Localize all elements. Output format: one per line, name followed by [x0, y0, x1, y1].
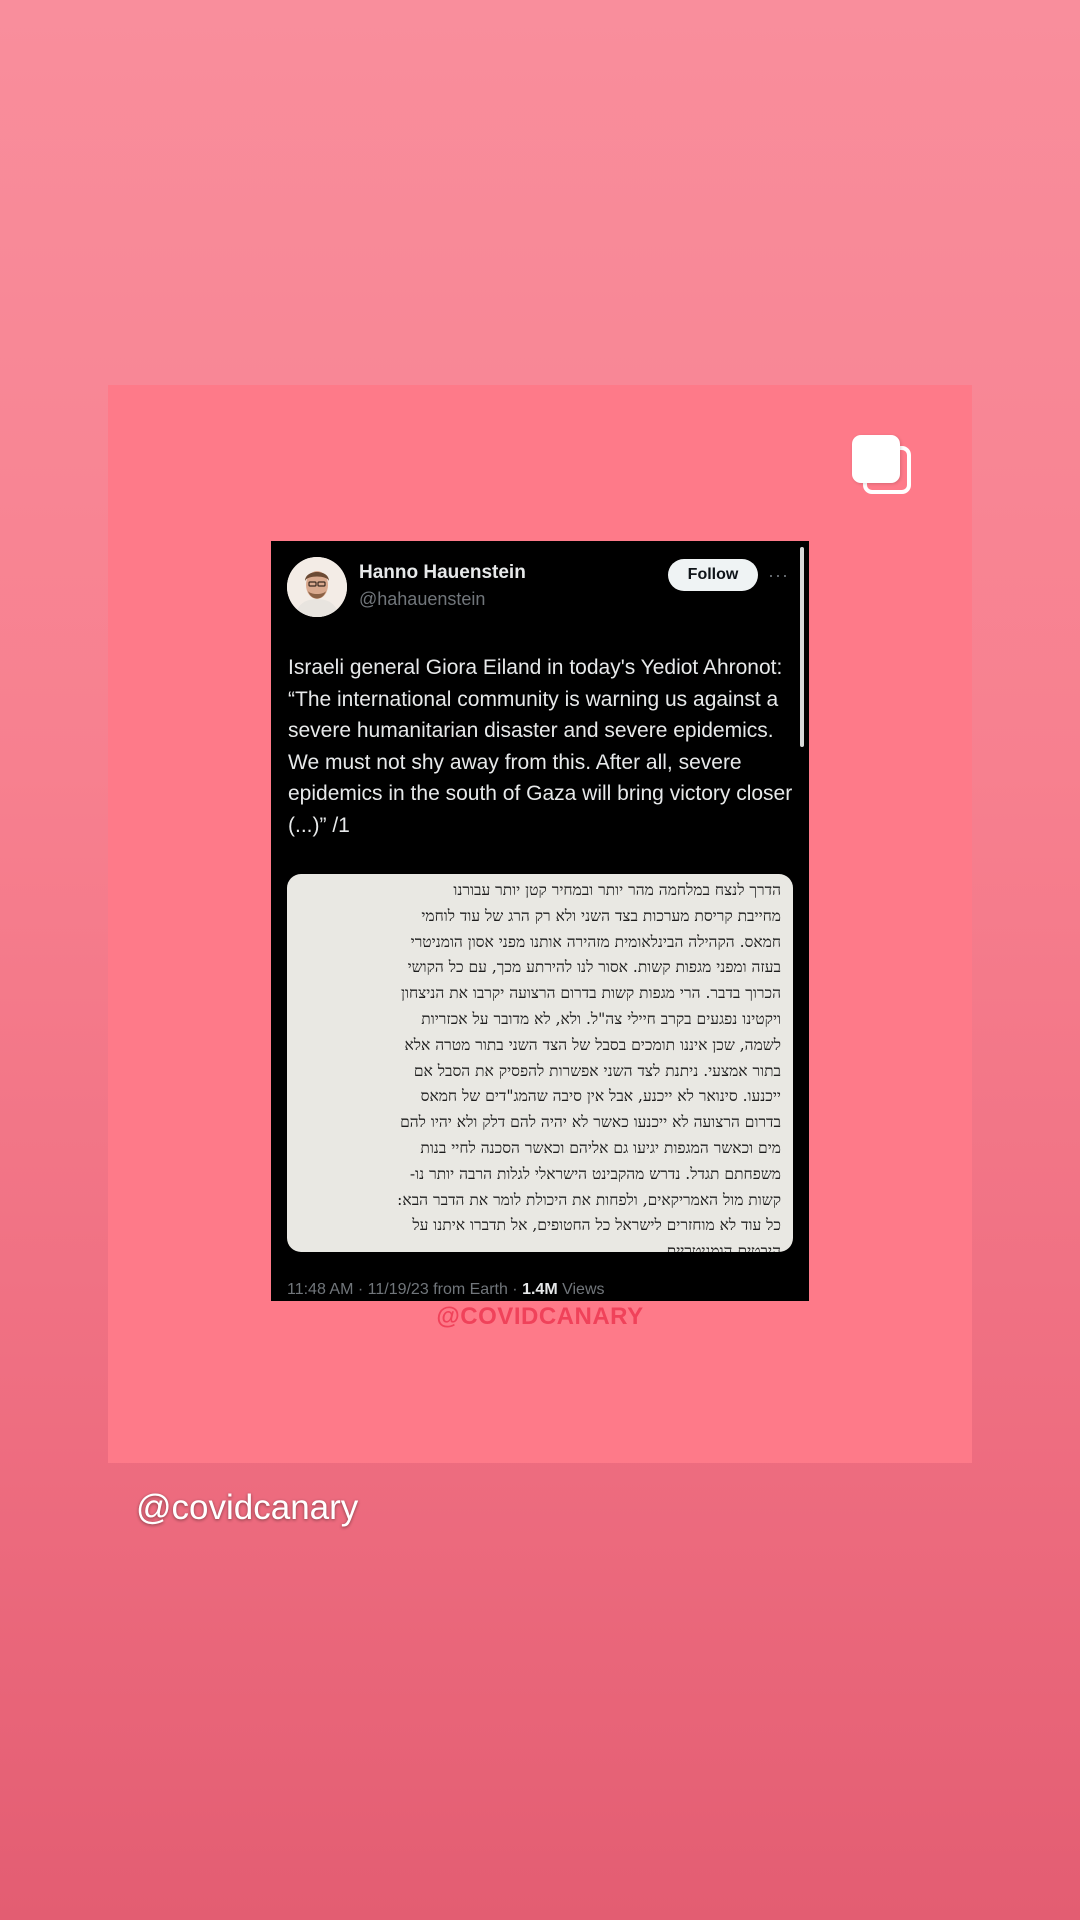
newspaper-line: הדרך לנצח במלחמה מהר יותר ובמחיר קטן יות…	[453, 881, 781, 899]
newspaper-line: בעזה ומפני מגפות קשות. אסור לנו להירתע מ…	[407, 958, 781, 977]
stack-front-square	[852, 435, 900, 483]
follow-button[interactable]: Follow	[668, 559, 758, 591]
story-caption: @covidcanary	[136, 1488, 359, 1527]
newspaper-line: חמאס. הקהילה הבינלאומית מזהירה אותנו מפנ…	[410, 932, 781, 951]
newspaper-text: הדרך לנצח במלחמה מהר יותר ובמחיר קטן יות…	[287, 874, 793, 1252]
scrollbar[interactable]	[800, 547, 804, 747]
author-name[interactable]: Hanno Hauenstein	[359, 562, 526, 584]
avatar-portrait-icon	[287, 557, 347, 617]
tweet-text: Israeli general Giora Eiland in today's …	[288, 656, 793, 837]
multiple-posts-icon[interactable]	[852, 435, 916, 499]
newspaper-line: מים וכאשר המגפות יגיעו גם אליהם וכאשר הס…	[420, 1138, 781, 1157]
newspaper-line: קשות מול האמריקאים, ולפחות את היכולת לומ…	[397, 1190, 781, 1209]
views-count: 1.4M	[522, 1281, 558, 1298]
tweet-meta: 11:48 AM · 11/19/23 from Earth · 1.4M Vi…	[287, 1281, 605, 1299]
newspaper-line: ויקטינו נפגעים בקרב חיילי צה"ל. ולא, לא …	[421, 1009, 781, 1028]
tweet-screenshot: Hanno Hauenstein @hahauenstein Follow ··…	[271, 541, 809, 1301]
views-label: Views	[557, 1281, 605, 1298]
newspaper-line: הכרוך בדבר. הרי מגפות קשות בדרום הרצועה …	[401, 984, 781, 1003]
newspaper-line: משפחתם תגדל. נדרש מהקבינט הישראלי לגלות …	[409, 1164, 781, 1183]
author-handle[interactable]: @hahauenstein	[359, 589, 485, 610]
newspaper-line: לשמה, שכן איננו תומכים בסבל של הצד השני …	[404, 1035, 781, 1054]
avatar[interactable]	[287, 557, 347, 617]
newspaper-line: היבטים הומניטריים.	[661, 1242, 781, 1252]
newspaper-line: בדרום הרצועה לא ייכנעו כאשר לא יהיה להם …	[400, 1113, 781, 1132]
tweet-timestamp: 11:48 AM · 11/19/23 from Earth ·	[287, 1281, 523, 1298]
newspaper-line: מחייבת קריסת מערכות בצד השני ולא רק הרג …	[421, 906, 781, 925]
newspaper-line: ייכנעו. סינואר לא ייכנע, אבל אין סיבה שה…	[420, 1087, 781, 1106]
newspaper-line: בתור אמצעי. ניתנת לצד השני אפשרות להפסיק…	[413, 1061, 781, 1080]
watermark: @COVIDCANARY	[436, 1303, 644, 1330]
more-options-icon[interactable]: ···	[768, 565, 789, 586]
newspaper-clipping-image[interactable]: הדרך לנצח במלחמה מהר יותר ובמחיר קטן יות…	[287, 874, 793, 1252]
newspaper-line: כל עוד לא מוחזרים לישראל כל החטופים, אל …	[412, 1216, 781, 1235]
